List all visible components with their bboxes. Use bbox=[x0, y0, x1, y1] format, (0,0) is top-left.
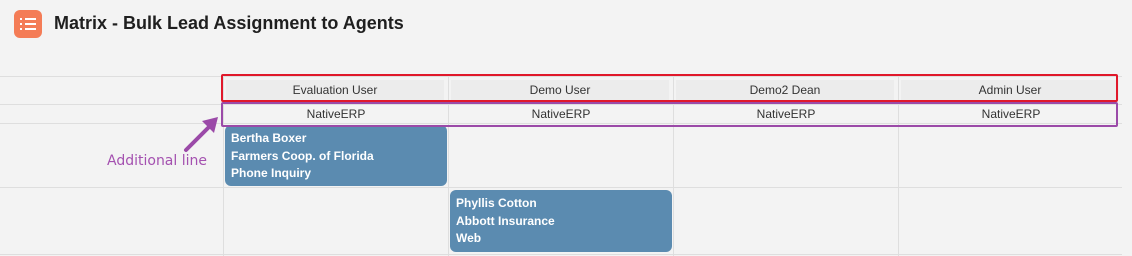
lead-card[interactable]: Phyllis Cotton Abbott Insurance Web bbox=[450, 190, 672, 252]
lead-card[interactable]: Bertha Boxer Farmers Coop. of Florida Ph… bbox=[225, 125, 447, 186]
header-row-highlight bbox=[221, 74, 1118, 102]
lead-source: Web bbox=[456, 231, 482, 245]
lead-company: Farmers Coop. of Florida bbox=[231, 148, 374, 163]
scrollbar-gutter[interactable] bbox=[1122, 76, 1132, 256]
page-header: Matrix - Bulk Lead Assignment to Agents bbox=[0, 0, 1132, 50]
page-title: Matrix - Bulk Lead Assignment to Agents bbox=[54, 13, 404, 33]
grid-line bbox=[0, 187, 1132, 188]
lead-source: Phone Inquiry bbox=[231, 166, 312, 180]
list-icon bbox=[14, 10, 42, 38]
arrow-up-right-icon bbox=[184, 117, 218, 152]
lead-name: Phyllis Cotton bbox=[456, 196, 537, 210]
lead-name: Bertha Boxer bbox=[231, 131, 307, 145]
lead-company: Abbott Insurance bbox=[456, 213, 555, 228]
subheader-row-highlight bbox=[221, 102, 1118, 127]
grid-line bbox=[0, 254, 1132, 255]
